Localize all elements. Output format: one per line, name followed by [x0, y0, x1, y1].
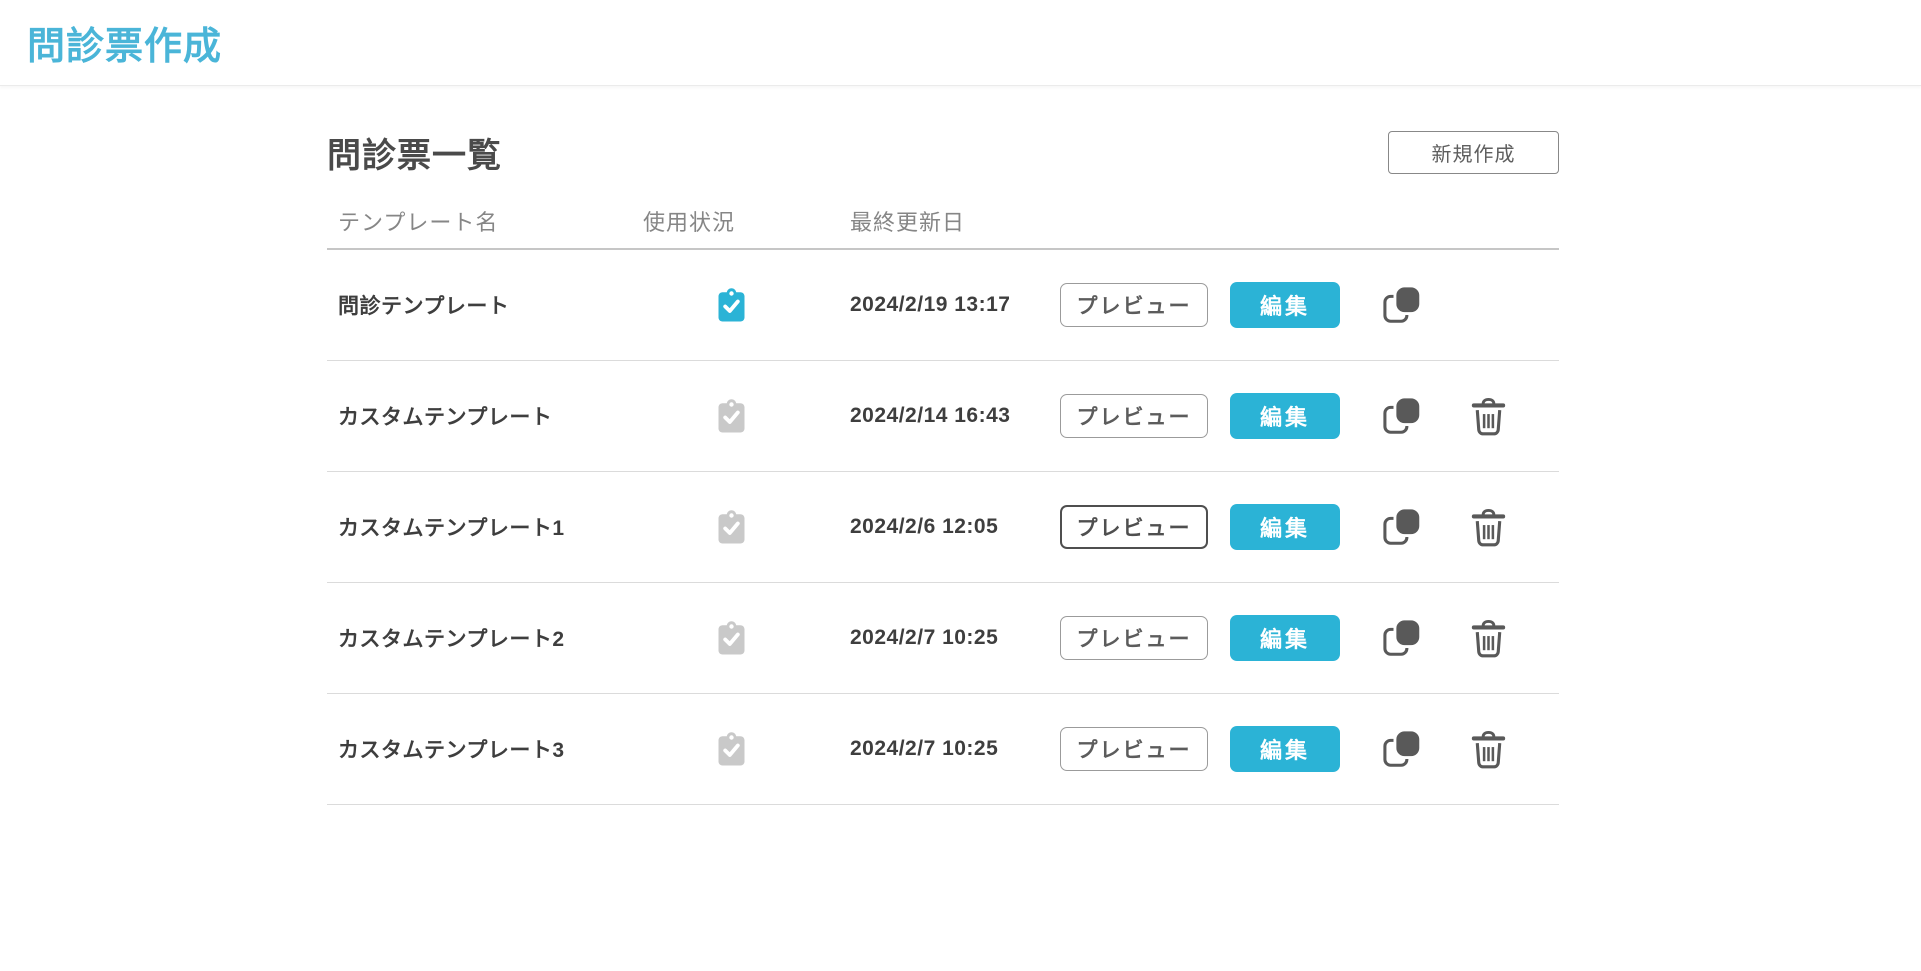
last-updated: 2024/2/6 12:05	[850, 515, 998, 538]
column-header-template-name: テンプレート名	[327, 205, 630, 237]
app-header: 問診票作成	[0, 0, 1921, 86]
copy-icon	[1382, 395, 1426, 437]
template-name: カスタムテンプレート1	[338, 517, 565, 540]
preview-button[interactable]: プレビュー	[1060, 394, 1208, 438]
copy-button[interactable]	[1382, 728, 1426, 770]
column-header-last-updated: 最終更新日	[810, 205, 1060, 237]
app-title: 問診票作成	[27, 15, 222, 70]
copy-button[interactable]	[1382, 395, 1426, 437]
content: 問診票一覧 新規作成 テンプレート名 使用状況 最終更新日 問診テンプレート	[327, 86, 1559, 805]
template-name: カスタムテンプレート	[338, 406, 552, 429]
clipboard-check-icon	[718, 732, 745, 766]
delete-button[interactable]	[1471, 397, 1506, 436]
clipboard-check-icon	[718, 288, 745, 322]
preview-button[interactable]: プレビュー	[1060, 505, 1208, 549]
template-name: カスタムテンプレート2	[338, 628, 565, 651]
copy-button[interactable]	[1382, 506, 1426, 548]
preview-button[interactable]: プレビュー	[1060, 283, 1208, 327]
table-header-row: テンプレート名 使用状況 最終更新日	[327, 193, 1559, 250]
last-updated: 2024/2/7 10:25	[850, 626, 998, 649]
template-table-body: 問診テンプレート 2024/2/19 13:17 プレビュー 編集	[327, 250, 1559, 805]
table-row: 問診テンプレート 2024/2/19 13:17 プレビュー 編集	[327, 250, 1559, 361]
preview-button[interactable]: プレビュー	[1060, 727, 1208, 771]
page-title: 問診票一覧	[327, 128, 502, 177]
table-row: カスタムテンプレート1 2024/2/6 12:05 プレビュー 編集	[327, 472, 1559, 583]
edit-button[interactable]: 編集	[1230, 615, 1340, 661]
copy-button[interactable]	[1382, 617, 1426, 659]
copy-button[interactable]	[1382, 284, 1426, 326]
table-row: カスタムテンプレート3 2024/2/7 10:25 プレビュー 編集	[327, 694, 1559, 805]
trash-icon	[1471, 730, 1506, 769]
preview-button[interactable]: プレビュー	[1060, 616, 1208, 660]
edit-button[interactable]: 編集	[1230, 726, 1340, 772]
template-name: カスタムテンプレート3	[338, 739, 565, 762]
clipboard-check-icon	[718, 510, 745, 544]
copy-icon	[1382, 284, 1426, 326]
copy-icon	[1382, 617, 1426, 659]
clipboard-check-icon	[718, 399, 745, 433]
edit-button[interactable]: 編集	[1230, 282, 1340, 328]
table-row: カスタムテンプレート 2024/2/14 16:43 プレビュー 編集	[327, 361, 1559, 472]
last-updated: 2024/2/19 13:17	[850, 293, 1010, 316]
edit-button[interactable]: 編集	[1230, 504, 1340, 550]
trash-icon	[1471, 619, 1506, 658]
copy-icon	[1382, 506, 1426, 548]
trash-icon	[1471, 508, 1506, 547]
column-header-usage-status: 使用状況	[630, 205, 810, 237]
delete-button[interactable]	[1471, 730, 1506, 769]
delete-button[interactable]	[1471, 508, 1506, 547]
edit-button[interactable]: 編集	[1230, 393, 1340, 439]
new-template-button[interactable]: 新規作成	[1388, 131, 1559, 174]
trash-icon	[1471, 397, 1506, 436]
clipboard-check-icon	[718, 621, 745, 655]
last-updated: 2024/2/7 10:25	[850, 737, 998, 760]
template-name: 問診テンプレート	[338, 295, 509, 318]
last-updated: 2024/2/14 16:43	[850, 404, 1010, 427]
template-table: テンプレート名 使用状況 最終更新日 問診テンプレート 2024/2/19 13…	[327, 193, 1559, 805]
copy-icon	[1382, 728, 1426, 770]
title-row: 問診票一覧 新規作成	[327, 128, 1559, 177]
delete-button[interactable]	[1471, 619, 1506, 658]
table-row: カスタムテンプレート2 2024/2/7 10:25 プレビュー 編集	[327, 583, 1559, 694]
